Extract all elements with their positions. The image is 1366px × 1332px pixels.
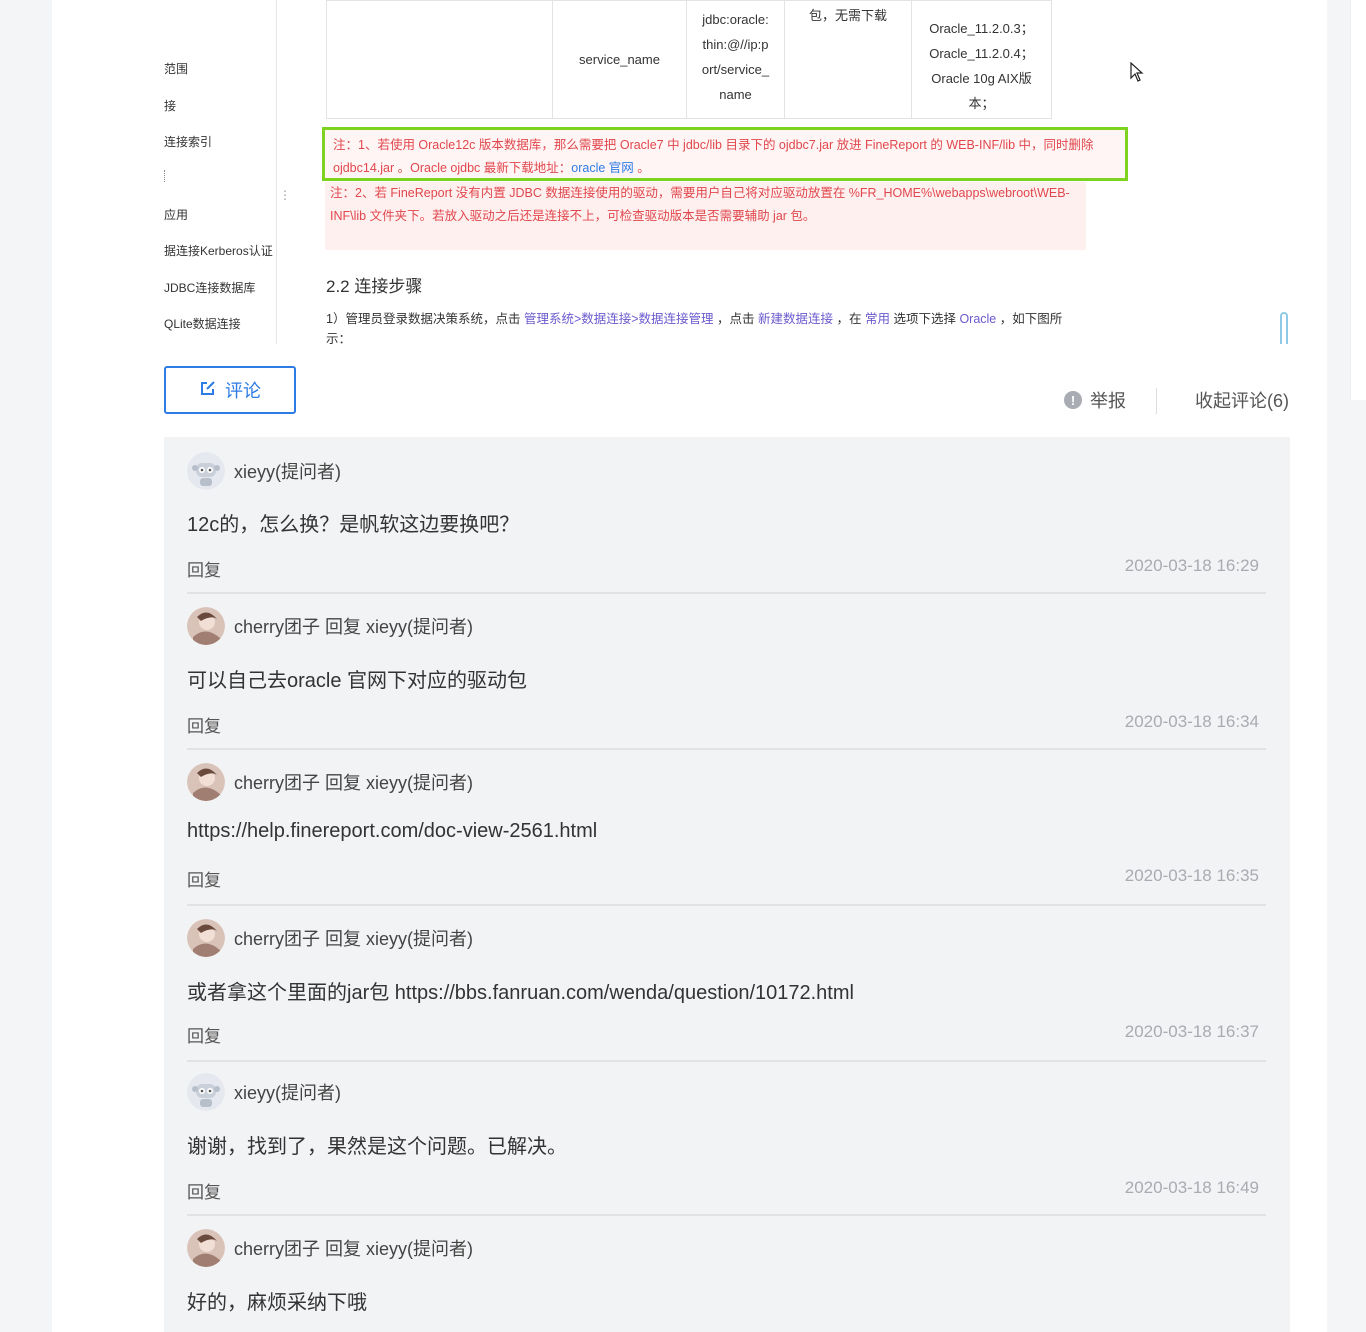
edit-icon (199, 379, 217, 402)
comment-author[interactable]: cherry团子 回复 xieyy(提问者) (234, 925, 473, 951)
comment-item: cherry团子 回复 xieyy(提问者) https://help.fine… (187, 748, 1266, 904)
divider (1156, 388, 1157, 414)
comment-author[interactable]: xieyy(提问者) (234, 458, 341, 484)
note1-text: 注：1、若使用 Oracle12c 版本数据库，那么需要把 Oracle7 中 … (333, 138, 1094, 175)
comment-author[interactable]: xieyy(提问者) (234, 1079, 341, 1105)
reply-button[interactable]: 回复 (187, 1022, 221, 1047)
doc-sidebar-item-mark (164, 170, 168, 182)
comment-item: xieyy(提问者) 12c的，怎么换？是帆软这边要换吧？ 回复 2020-03… (187, 437, 1266, 593)
comment-divider (187, 904, 1266, 906)
comment-body: 12c的，怎么换？是帆软这边要换吧？ (187, 514, 520, 536)
url-line: thin:@//ip:p (702, 36, 769, 52)
side-widget-icon[interactable] (1280, 312, 1288, 344)
reply-button[interactable]: 回复 (187, 712, 221, 737)
version-line: Oracle_11.2.0.4； (929, 45, 1034, 61)
comment-divider (187, 1060, 1266, 1062)
note-oracle12c-highlighted: 注：1、若使用 Oracle12c 版本数据库，那么需要把 Oracle7 中 … (322, 127, 1128, 181)
comment-body: 好的，麻烦采纳下哦 (187, 1292, 367, 1314)
report-label: 举报 (1090, 391, 1126, 411)
doc-table-cell-url: jdbc:oracle: thin:@//ip:p ort/service_ n… (686, 0, 785, 119)
doc-sidebar-item[interactable]: 应用 (164, 206, 188, 223)
comment-button[interactable]: 评论 (164, 366, 296, 414)
right-panel-edge (1350, 0, 1366, 400)
collapse-comments-button[interactable]: 收起评论(6) (1195, 387, 1289, 413)
version-line: Oracle 10g AIX版 (931, 70, 1032, 86)
comment-body: 可以自己去oracle 官网下对应的驱动包 (187, 670, 528, 692)
comment-time: 2020-03-18 16:37 (1124, 1022, 1259, 1041)
comment-item: cherry团子 回复 xieyy(提问者) 好的，麻烦采纳下哦 (187, 1214, 1266, 1332)
user-avatar-icon[interactable] (187, 607, 225, 645)
step-path-link: 管理系统>数据连接>数据连接管理 (523, 312, 714, 326)
comment-time: 2020-03-18 16:35 (1124, 866, 1259, 885)
comment-time: 2020-03-18 16:34 (1124, 712, 1259, 731)
comment-item: cherry团子 回复 xieyy(提问者) 或者拿这个里面的jar包 http… (187, 904, 1266, 1060)
doc-table-cell-versions: Oracle_11.2.0.3； Oracle_11.2.0.4； Oracle… (911, 0, 1052, 119)
version-line: Oracle_11.2.0.3； (929, 20, 1034, 36)
step-text-part: ，点击 (713, 312, 758, 326)
note1-end: 。 (633, 161, 650, 175)
doc-sidebar-item[interactable]: 连接索引 (164, 133, 212, 150)
reply-button[interactable]: 回复 (187, 556, 221, 581)
step-oracle: Oracle (959, 312, 997, 326)
note-driver-placement: 注：2、若 FineReport 没有内置 JDBC 数据连接使用的驱动，需要用… (325, 182, 1086, 250)
doc-sidebar-item[interactable]: QLite数据连接 (164, 315, 241, 332)
url-line: jdbc:oracle: (702, 11, 769, 27)
step-text-part: ，在 (833, 312, 865, 326)
comment-body: 谢谢，找到了，果然是这个问题。已解决。 (187, 1136, 567, 1158)
comment-author[interactable]: cherry团子 回复 xieyy(提问者) (234, 613, 473, 639)
embedded-doc-screenshot: 范围 接 连接索引 应用 据连接Kerberos认证 JDBC连接数据库 QLi… (164, 0, 1288, 344)
doc-sidebar-item[interactable]: JDBC连接数据库 (164, 279, 255, 296)
doc-sidebar-item[interactable]: 接 (164, 97, 176, 114)
comment-author[interactable]: cherry团子 回复 xieyy(提问者) (234, 769, 473, 795)
comment-header: xieyy(提问者) (187, 1073, 341, 1111)
alert-icon: ! (1064, 391, 1082, 409)
user-avatar-icon[interactable] (187, 1229, 225, 1267)
comment-header: cherry团子 回复 xieyy(提问者) (187, 607, 473, 645)
drag-handle-icon[interactable]: ⋮ (279, 188, 291, 202)
comment-body: https://help.finereport.com/doc-view-256… (187, 820, 598, 842)
comment-author[interactable]: cherry团子 回复 xieyy(提问者) (234, 1235, 473, 1261)
comment-divider (187, 748, 1266, 750)
step-common: 常用 (864, 312, 890, 326)
step-1-text: 1）管理员登录数据决策系统，点击 管理系统>数据连接>数据连接管理 ，点击 新建… (326, 309, 1086, 344)
doc-sidebar: 范围 接 连接索引 应用 据连接Kerberos认证 JDBC连接数据库 QLi… (164, 0, 277, 344)
oracle-site-link[interactable]: oracle 官网 (571, 161, 634, 175)
comment-item: cherry团子 回复 xieyy(提问者) 可以自己去oracle 官网下对应… (187, 592, 1266, 748)
doc-table: service_name jdbc:oracle: thin:@//ip:p o… (326, 0, 1052, 119)
comment-button-label: 评论 (225, 381, 261, 401)
mouse-cursor-icon (1130, 61, 1144, 87)
section-title: 2.2 连接步骤 (326, 277, 423, 296)
url-line: name (719, 86, 752, 102)
doc-sidebar-item[interactable]: 据连接Kerberos认证 (164, 242, 273, 259)
doc-sidebar-item[interactable]: 范围 (164, 60, 188, 77)
comment-divider (187, 592, 1266, 594)
comment-body: 或者拿这个里面的jar包 https://bbs.fanruan.com/wen… (187, 982, 854, 1004)
comment-header: cherry团子 回复 xieyy(提问者) (187, 763, 473, 801)
step-text-part: 1）管理员登录数据决策系统，点击 (326, 312, 524, 326)
comment-divider (187, 1214, 1266, 1216)
comment-header: cherry团子 回复 xieyy(提问者) (187, 1229, 473, 1267)
comment-time: 2020-03-18 16:49 (1124, 1178, 1259, 1197)
robot-avatar-icon[interactable] (187, 1073, 225, 1111)
user-avatar-icon[interactable] (187, 919, 225, 957)
doc-table-cell: service_name (552, 0, 687, 119)
comment-list: xieyy(提问者) 12c的，怎么换？是帆软这边要换吧？ 回复 2020-03… (164, 437, 1290, 1332)
step-text-part: 选项下选择 (889, 312, 960, 326)
step-new-connection: 新建数据连接 (758, 312, 834, 326)
comment-header: cherry团子 回复 xieyy(提问者) (187, 919, 473, 957)
reply-button[interactable]: 回复 (187, 1178, 221, 1203)
reply-button[interactable]: 回复 (187, 866, 221, 891)
robot-avatar-icon[interactable] (187, 452, 225, 490)
doc-table-cell (326, 0, 553, 119)
comment-header: xieyy(提问者) (187, 452, 341, 490)
driver-note: 包，无需下载 (808, 8, 887, 23)
comment-time: 2020-03-18 16:29 (1124, 556, 1259, 575)
url-line: ort/service_ (701, 61, 770, 77)
doc-table-cell: 包，无需下载 (784, 0, 912, 119)
report-button[interactable]: ! 举报 (1064, 387, 1126, 413)
comment-item: xieyy(提问者) 谢谢，找到了，果然是这个问题。已解决。 回复 2020-0… (187, 1060, 1266, 1214)
user-avatar-icon[interactable] (187, 763, 225, 801)
version-line: 本； (968, 95, 995, 111)
